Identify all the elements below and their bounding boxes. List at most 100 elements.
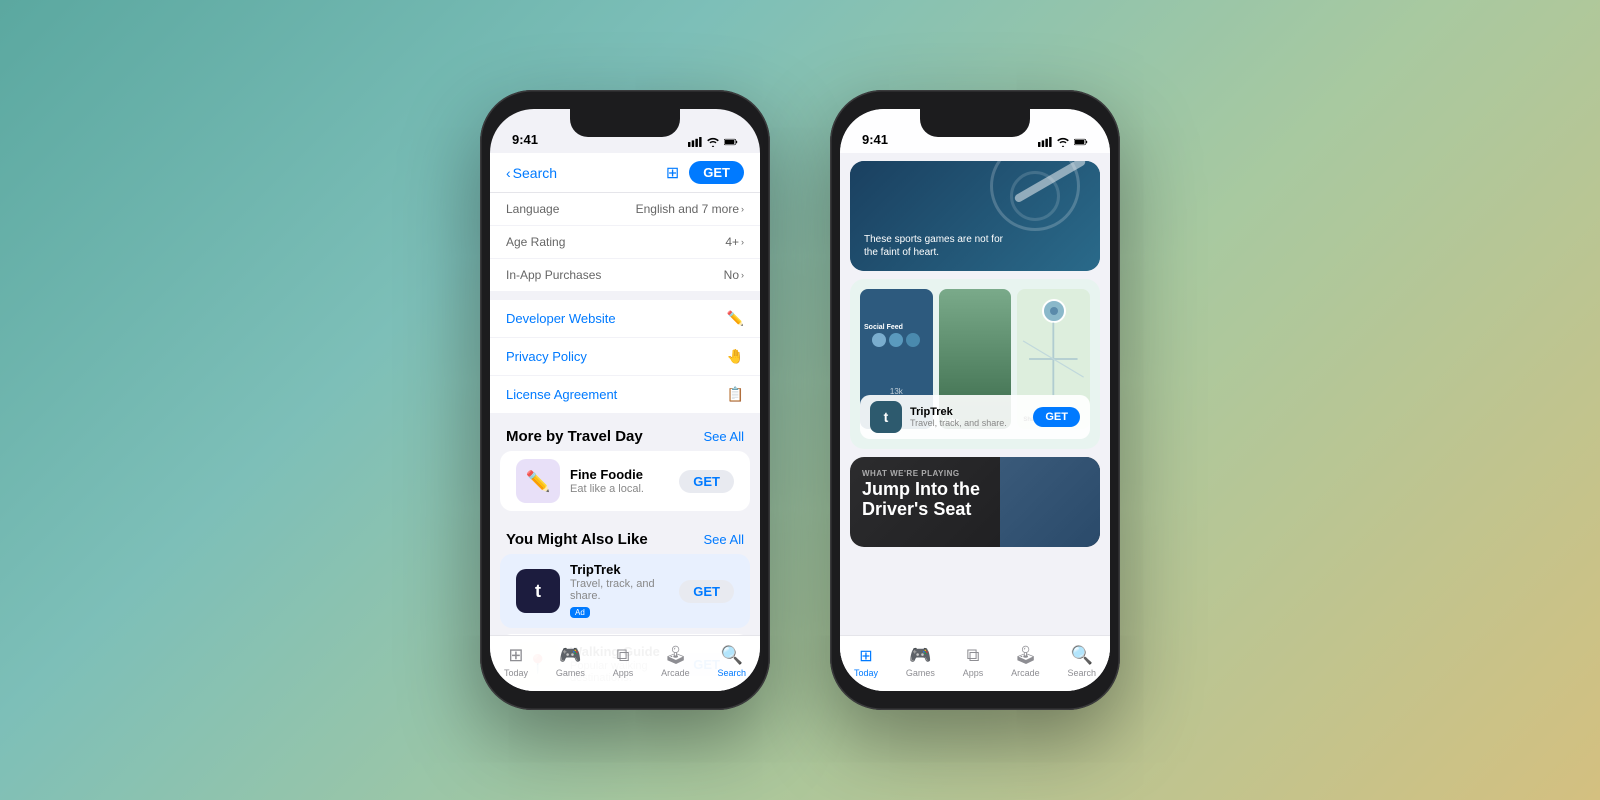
playing-title: Jump Into theDriver's Seat	[862, 480, 1088, 520]
signal-icon-1	[688, 137, 702, 147]
fine-foodie-name: Fine Foodie	[570, 467, 669, 482]
apps-icon-2: ⧉	[967, 645, 980, 666]
signal-icon-2	[1038, 137, 1052, 147]
grid-icon[interactable]: ⊞	[666, 163, 679, 183]
time-1: 9:41	[512, 132, 538, 147]
tab-today-1[interactable]: ⊞ Today	[504, 645, 528, 678]
tab-search-2[interactable]: 🔍 Search	[1068, 645, 1097, 678]
more-by-section: More by Travel Day See All ✏️ Fine Foodi…	[490, 414, 760, 511]
info-rows-section: Language English and 7 more › Age Rating…	[490, 193, 760, 292]
age-rating-label: Age Rating	[506, 235, 565, 249]
screen-content-2: These sports games are not forthe faint …	[840, 153, 1110, 691]
fine-foodie-info: Fine Foodie Eat like a local.	[570, 467, 669, 495]
games-icon-2: 🎮	[909, 645, 931, 666]
back-button[interactable]: ‹ Search	[506, 165, 557, 181]
triptrek-name: TripTrek	[570, 562, 669, 577]
tab-bar-1: ⊞ Today 🎮 Games ⧉ Apps 🕹 Arcade 🔍 S	[490, 635, 760, 691]
tab-arcade-2[interactable]: 🕹 Arcade	[1011, 645, 1040, 678]
tab-apps-1[interactable]: ⧉ Apps	[613, 645, 634, 678]
tab-search-label-1: Search	[718, 668, 747, 678]
triptrek-badge: Ad	[570, 607, 590, 618]
fine-foodie-icon: ✏️	[516, 459, 560, 503]
language-row[interactable]: Language English and 7 more ›	[490, 193, 760, 226]
app-spotlight-card[interactable]: Social Feed 13k Luke	[850, 279, 1100, 449]
tab-games-1[interactable]: 🎮 Games	[556, 645, 585, 678]
triptrek-spotlight-name: TripTrek	[910, 406, 1025, 418]
iap-value: No ›	[724, 268, 744, 282]
more-by-see-all[interactable]: See All	[704, 429, 744, 444]
license-agreement-label: License Agreement	[506, 387, 617, 402]
tab-arcade-label-2: Arcade	[1011, 668, 1040, 678]
time-2: 9:41	[862, 132, 888, 147]
tab-games-label-2: Games	[906, 668, 935, 678]
fine-foodie-row[interactable]: ✏️ Fine Foodie Eat like a local. GET	[500, 451, 750, 511]
tab-apps-label-1: Apps	[613, 668, 634, 678]
edit-icon: ✏️	[727, 310, 744, 327]
in-app-purchases-row[interactable]: In-App Purchases No ›	[490, 259, 760, 292]
status-icons-1	[688, 137, 738, 147]
triptrek-spotlight-desc: Travel, track, and share.	[910, 418, 1025, 428]
sports-featured-card[interactable]: These sports games are not forthe faint …	[850, 161, 1100, 271]
also-like-title: You Might Also Like	[506, 531, 648, 548]
fine-foodie-desc: Eat like a local.	[570, 483, 669, 495]
notch-1	[570, 109, 680, 137]
today-icon-2: ⊞	[859, 646, 872, 666]
tab-apps-2[interactable]: ⧉ Apps	[963, 645, 984, 678]
tab-arcade-1[interactable]: 🕹 Arcade	[661, 645, 690, 678]
status-icons-2	[1038, 137, 1088, 147]
triptrek-spotlight-icon: t	[870, 401, 902, 433]
tab-today-label-1: Today	[504, 668, 528, 678]
hand-icon: 🤚	[727, 348, 744, 365]
tab-search-label-2: Search	[1068, 668, 1097, 678]
document-icon: 📋	[727, 386, 744, 403]
triptrek-icon: t	[516, 569, 560, 613]
chevron-icon: ›	[741, 204, 744, 214]
tab-arcade-label-1: Arcade	[661, 668, 690, 678]
playing-card[interactable]: WHAT WE'RE PLAYING Jump Into theDriver's…	[850, 457, 1100, 547]
triptrek-info: TripTrek Travel, track, and share. Ad	[570, 562, 669, 620]
search-icon-2: 🔍	[1071, 645, 1093, 666]
age-rating-row[interactable]: Age Rating 4+ ›	[490, 226, 760, 259]
tab-today-label-2: Today	[854, 668, 878, 678]
notch-2	[920, 109, 1030, 137]
triptrek-desc: Travel, track, and share.	[570, 578, 669, 602]
phone-2-screen: 9:41	[840, 109, 1110, 691]
app-spotlight-footer: t TripTrek Travel, track, and share. GET	[860, 395, 1090, 439]
header-actions: ⊞ GET	[666, 161, 744, 184]
language-label: Language	[506, 202, 559, 216]
tab-search-1[interactable]: 🔍 Search	[718, 645, 747, 678]
license-agreement-link[interactable]: License Agreement 📋	[490, 376, 760, 414]
age-rating-value: 4+ ›	[725, 235, 744, 249]
arcade-icon-1: 🕹	[664, 645, 687, 666]
language-value: English and 7 more ›	[636, 202, 744, 216]
triptrek-spotlight-get-button[interactable]: GET	[1033, 407, 1080, 427]
wifi-icon-2	[1056, 137, 1070, 147]
fine-foodie-get-button[interactable]: GET	[679, 470, 734, 493]
back-label: Search	[513, 165, 557, 181]
privacy-policy-link[interactable]: Privacy Policy 🤚	[490, 338, 760, 376]
tab-games-label-1: Games	[556, 668, 585, 678]
developer-website-link[interactable]: Developer Website ✏️	[490, 300, 760, 338]
developer-website-label: Developer Website	[506, 311, 616, 326]
get-button[interactable]: GET	[689, 161, 744, 184]
sports-card-content: These sports games are not forthe faint …	[864, 233, 1003, 259]
tab-today-2[interactable]: ⊞ Today	[854, 646, 878, 678]
also-like-header: You Might Also Like See All	[490, 517, 760, 554]
triptrek-row[interactable]: t TripTrek Travel, track, and share. Ad …	[500, 554, 750, 628]
triptrek-get-button[interactable]: GET	[679, 580, 734, 603]
arcade-icon-2: 🕹	[1014, 645, 1037, 666]
privacy-policy-label: Privacy Policy	[506, 349, 587, 364]
also-like-see-all[interactable]: See All	[704, 532, 744, 547]
games-icon-1: 🎮	[559, 645, 581, 666]
iap-label: In-App Purchases	[506, 268, 601, 282]
more-by-title: More by Travel Day	[506, 428, 643, 445]
links-section: Developer Website ✏️ Privacy Policy 🤚 Li…	[490, 300, 760, 414]
sports-card-subtitle: These sports games are not forthe faint …	[864, 233, 1003, 259]
app-detail-header: ‹ Search ⊞ GET	[490, 153, 760, 193]
battery-icon-1	[724, 137, 738, 147]
today-icon-1: ⊞	[508, 645, 523, 666]
tab-bar-2: ⊞ Today 🎮 Games ⧉ Apps 🕹 Arcade 🔍 S	[840, 635, 1110, 691]
playing-label: WHAT WE'RE PLAYING	[862, 469, 1088, 478]
triptrek-spotlight-info: TripTrek Travel, track, and share.	[910, 406, 1025, 428]
tab-games-2[interactable]: 🎮 Games	[906, 645, 935, 678]
